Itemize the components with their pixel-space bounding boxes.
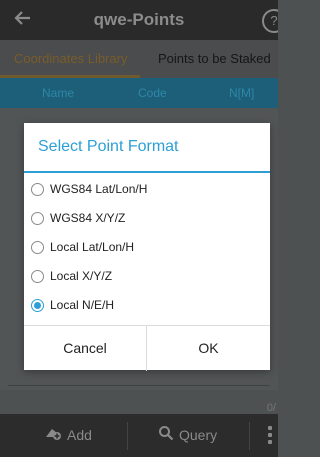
tab-bar: Coordinates Library Points to be Staked <box>0 40 278 78</box>
tab-label: Points to be Staked <box>158 51 271 66</box>
option-wgs84-latlonh[interactable]: WGS84 Lat/Lon/H <box>24 178 270 202</box>
select-point-format-dialog: Select Point Format WGS84 Lat/Lon/H WGS8… <box>24 123 270 371</box>
list-divider <box>8 385 270 386</box>
more-vertical-icon[interactable] <box>268 426 272 447</box>
query-button[interactable]: Query <box>158 414 217 457</box>
radio-button[interactable] <box>31 212 44 225</box>
dialog-button-row: Cancel OK <box>24 325 270 371</box>
toolbar-divider <box>127 422 128 450</box>
dialog-title-divider <box>24 171 270 173</box>
tab-label: Coordinates Library <box>14 51 128 66</box>
tab-coordinates-library[interactable]: Coordinates Library <box>0 40 140 78</box>
record-count: 0/ <box>266 402 276 414</box>
tab-points-to-be-staked[interactable]: Points to be Staked <box>140 40 278 78</box>
option-label: WGS84 X/Y/Z <box>50 211 126 225</box>
add-button[interactable]: Add <box>44 414 92 457</box>
option-label: WGS84 Lat/Lon/H <box>50 182 148 196</box>
cancel-button[interactable]: Cancel <box>24 326 147 371</box>
app-screen: qwe-Points ? Coordinates Library Points … <box>0 0 278 457</box>
add-point-icon <box>44 415 62 457</box>
column-header-name[interactable]: Name <box>42 86 74 100</box>
search-icon <box>158 415 174 457</box>
ok-button[interactable]: OK <box>147 326 270 371</box>
column-header-code[interactable]: Code <box>138 86 167 100</box>
table-header: Name Code N[M] <box>0 78 278 108</box>
title-bar: qwe-Points ? <box>0 0 278 40</box>
option-local-xyz[interactable]: Local X/Y/Z <box>24 265 270 289</box>
column-header-n[interactable]: N[M] <box>229 86 254 100</box>
query-label: Query <box>179 427 218 443</box>
dialog-title: Select Point Format <box>38 138 179 155</box>
option-wgs84-xyz[interactable]: WGS84 X/Y/Z <box>24 207 270 231</box>
radio-button[interactable] <box>31 270 44 283</box>
add-label: Add <box>67 427 92 443</box>
option-local-latlonh[interactable]: Local Lat/Lon/H <box>24 236 270 260</box>
radio-button[interactable] <box>31 183 44 196</box>
option-label: Local Lat/Lon/H <box>50 240 135 254</box>
option-label: Local X/Y/Z <box>50 269 113 283</box>
page-title: qwe-Points <box>93 10 185 29</box>
option-label: Local N/E/H <box>50 298 115 312</box>
toolbar-divider <box>249 422 250 450</box>
radio-button-selected[interactable] <box>31 299 44 312</box>
radio-button[interactable] <box>31 241 44 254</box>
option-local-neh[interactable]: Local N/E/H <box>24 294 270 318</box>
bottom-toolbar: Add Query <box>0 414 278 457</box>
